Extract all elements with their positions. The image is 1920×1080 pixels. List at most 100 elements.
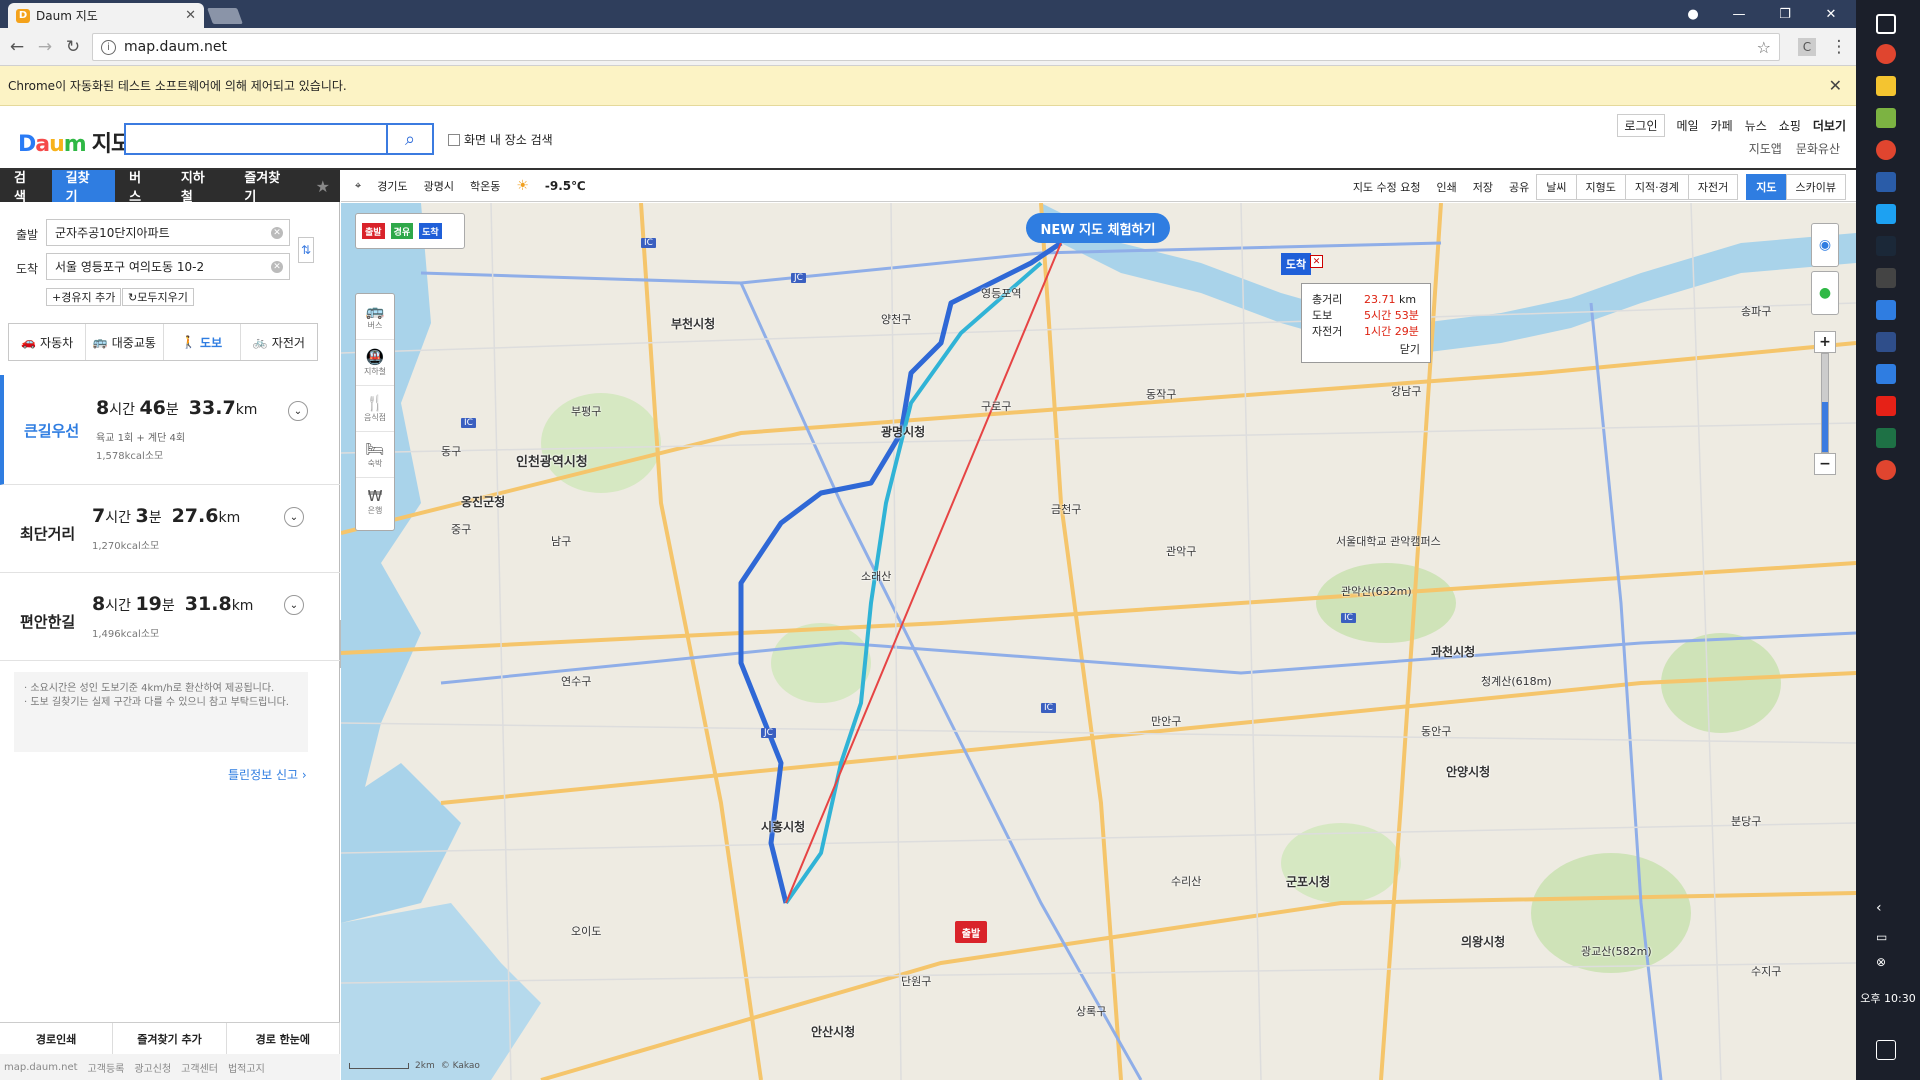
end-field[interactable]: 서울 영등포구 여의도동 10-2 ✕ xyxy=(46,253,290,280)
region-city[interactable]: 광명시 xyxy=(424,178,454,194)
bookmark-star-icon[interactable]: ☆ xyxy=(1757,38,1771,57)
place-label[interactable]: 청계산(618m) xyxy=(1481,673,1552,689)
mode-transit[interactable]: 🚌 대중교통 xyxy=(86,324,164,360)
favorite-star-icon[interactable]: ★ xyxy=(306,170,340,202)
region-dong[interactable]: 학온동 xyxy=(470,178,500,194)
footer-link[interactable]: 고객센터 xyxy=(181,1060,218,1075)
swap-route-icon[interactable]: ⇅ xyxy=(298,237,314,263)
minimize-button[interactable]: — xyxy=(1716,0,1762,28)
share-button[interactable]: 공유 xyxy=(1501,179,1537,195)
site-info-icon[interactable]: i xyxy=(101,39,116,55)
footer-link[interactable]: 광고신청 xyxy=(134,1060,171,1075)
place-label[interactable]: 관악산(632m) xyxy=(1341,583,1412,599)
place-label[interactable]: 분당구 xyxy=(1731,813,1761,829)
clear-end-icon[interactable]: ✕ xyxy=(271,260,283,273)
map-edit-request[interactable]: 지도 수정 요청 xyxy=(1345,179,1429,195)
cafe-link[interactable]: 카페 xyxy=(1711,117,1733,134)
news-link[interactable]: 뉴스 xyxy=(1745,117,1767,134)
place-label[interactable]: 광명시청 xyxy=(881,423,925,440)
reload-icon[interactable]: ↻ xyxy=(62,36,84,58)
mode-walk[interactable]: 🚶 도보 xyxy=(164,324,241,360)
start-marker[interactable]: 출발 xyxy=(955,921,987,943)
media-player-icon[interactable] xyxy=(1876,396,1896,416)
place-label[interactable]: 군포시청 xyxy=(1286,873,1330,890)
powershell-icon[interactable] xyxy=(1876,332,1896,352)
infobar-close-icon[interactable]: ✕ xyxy=(1829,76,1842,95)
category-restaurant[interactable]: 🍴 음식점 xyxy=(356,386,394,432)
daum-map-logo[interactable]: Daum 지도 xyxy=(18,126,131,158)
folder-icon[interactable] xyxy=(1876,76,1896,96)
zoom-in-button[interactable]: + xyxy=(1814,331,1836,353)
terminal-icon[interactable] xyxy=(1876,172,1896,192)
expand-chevron-icon[interactable]: ⌄ xyxy=(288,401,308,421)
search-button[interactable]: ⌕ xyxy=(386,123,434,155)
end-marker[interactable]: 도착 ✕ xyxy=(1281,253,1323,275)
place-label[interactable]: 관악구 xyxy=(1166,543,1196,559)
vscode-icon[interactable] xyxy=(1876,364,1896,384)
layer-terrain[interactable]: 지형도 xyxy=(1575,174,1626,200)
footer-link[interactable]: 고객등록 xyxy=(88,1060,125,1075)
place-label[interactable]: 남구 xyxy=(551,533,571,549)
category-subway[interactable]: 🚇 지하철 xyxy=(356,340,394,386)
mode-bike[interactable]: 🚲 자전거 xyxy=(241,324,317,360)
view-map[interactable]: 지도 xyxy=(1746,174,1787,200)
map-canvas[interactable]: 부천시청 인천광역시청 광명시청 시흥시청 안산시청 군포시청 안양시청 의왕시… xyxy=(341,203,1856,1080)
place-label[interactable]: 동작구 xyxy=(1146,386,1176,402)
menu-bus[interactable]: 버스 xyxy=(115,170,167,205)
place-label[interactable]: 시흥시청 xyxy=(761,818,805,835)
mail-link[interactable]: 메일 xyxy=(1677,117,1699,134)
add-waypoint-button[interactable]: + 경유지 추가 xyxy=(46,288,122,306)
network-icon[interactable]: ▭ xyxy=(1876,930,1896,950)
place-label[interactable]: 옹진군청 xyxy=(461,493,505,510)
close-window-button[interactable]: ✕ xyxy=(1808,0,1854,28)
mode-car[interactable]: 🚗 자동차 xyxy=(9,324,87,360)
place-label[interactable]: 인천광역시청 xyxy=(516,451,588,470)
place-label[interactable]: 안양시청 xyxy=(1446,763,1490,780)
browser-tab[interactable]: D Daum 지도 ✕ xyxy=(8,3,204,28)
place-label[interactable]: 구로구 xyxy=(981,398,1011,414)
menu-favorites[interactable]: 즐겨찾기 xyxy=(230,170,305,205)
place-label[interactable]: 과천시청 xyxy=(1431,643,1475,660)
view-skyview[interactable]: 스카이뷰 xyxy=(1785,174,1846,200)
place-label[interactable]: 양천구 xyxy=(881,311,911,327)
place-label[interactable]: 만안구 xyxy=(1151,713,1181,729)
place-label[interactable]: 영등포역 xyxy=(981,285,1021,301)
place-label[interactable]: 상록구 xyxy=(1076,1003,1106,1019)
category-lodging[interactable]: 🛏 숙박 xyxy=(356,432,394,478)
layer-bicycle[interactable]: 자전거 xyxy=(1687,174,1739,200)
heritage-link[interactable]: 문화유산 xyxy=(1796,140,1840,157)
chrome-icon[interactable] xyxy=(1876,44,1896,64)
place-label[interactable]: 강남구 xyxy=(1391,383,1421,399)
expand-chevron-icon[interactable]: ⌄ xyxy=(284,507,304,527)
route-overview-button[interactable]: 경로 한눈에 xyxy=(227,1023,340,1054)
layer-weather[interactable]: 날씨 xyxy=(1536,174,1577,200)
back-arrow-icon[interactable]: ← xyxy=(6,36,28,58)
traffic-button[interactable]: ● xyxy=(1811,271,1839,315)
footer-link[interactable]: 법적고지 xyxy=(228,1060,265,1075)
place-label[interactable]: 동구 xyxy=(441,443,461,459)
route-result-3[interactable]: 편안한길 8시간 19분 31.8km 1,496kcal소모 ⌄ xyxy=(0,573,340,661)
menu-search[interactable]: 검색 xyxy=(0,170,52,205)
report-error-link[interactable]: 틀린정보 신고 › xyxy=(228,766,307,783)
close-icon[interactable]: ✕ xyxy=(1310,255,1323,268)
more-link[interactable]: 더보기 xyxy=(1813,117,1846,134)
expand-chevron-icon[interactable]: ⌄ xyxy=(284,595,304,615)
place-label[interactable]: 의왕시청 xyxy=(1461,933,1505,950)
close-icon[interactable]: ⊗ xyxy=(1876,955,1896,975)
place-label[interactable]: 소래산 xyxy=(861,568,891,584)
category-bus[interactable]: 🚌 버스 xyxy=(356,294,394,340)
my-location-button[interactable]: ◉ xyxy=(1811,223,1839,267)
print-route-button[interactable]: 경로인쇄 xyxy=(0,1023,114,1054)
notification-icon[interactable] xyxy=(1876,1040,1896,1060)
zoom-slider[interactable] xyxy=(1821,353,1829,453)
area-search-checkbox[interactable]: 화면 내 장소 검색 xyxy=(448,131,553,148)
route-result-2[interactable]: 최단거리 7시간 3분 27.6km 1,270kcal소모 ⌄ xyxy=(0,485,340,573)
clear-all-button[interactable]: ↻ 모두지우기 xyxy=(122,288,194,306)
layer-cadastral[interactable]: 지적·경계 xyxy=(1624,174,1689,200)
region-province[interactable]: 경기도 xyxy=(377,178,407,194)
chevron-left-icon[interactable]: ‹ xyxy=(1876,900,1896,920)
windows-start-icon[interactable] xyxy=(1876,14,1896,34)
login-link[interactable]: 로그인 xyxy=(1617,114,1665,137)
app-icon[interactable] xyxy=(1876,300,1896,320)
place-label[interactable]: 중구 xyxy=(451,521,471,537)
